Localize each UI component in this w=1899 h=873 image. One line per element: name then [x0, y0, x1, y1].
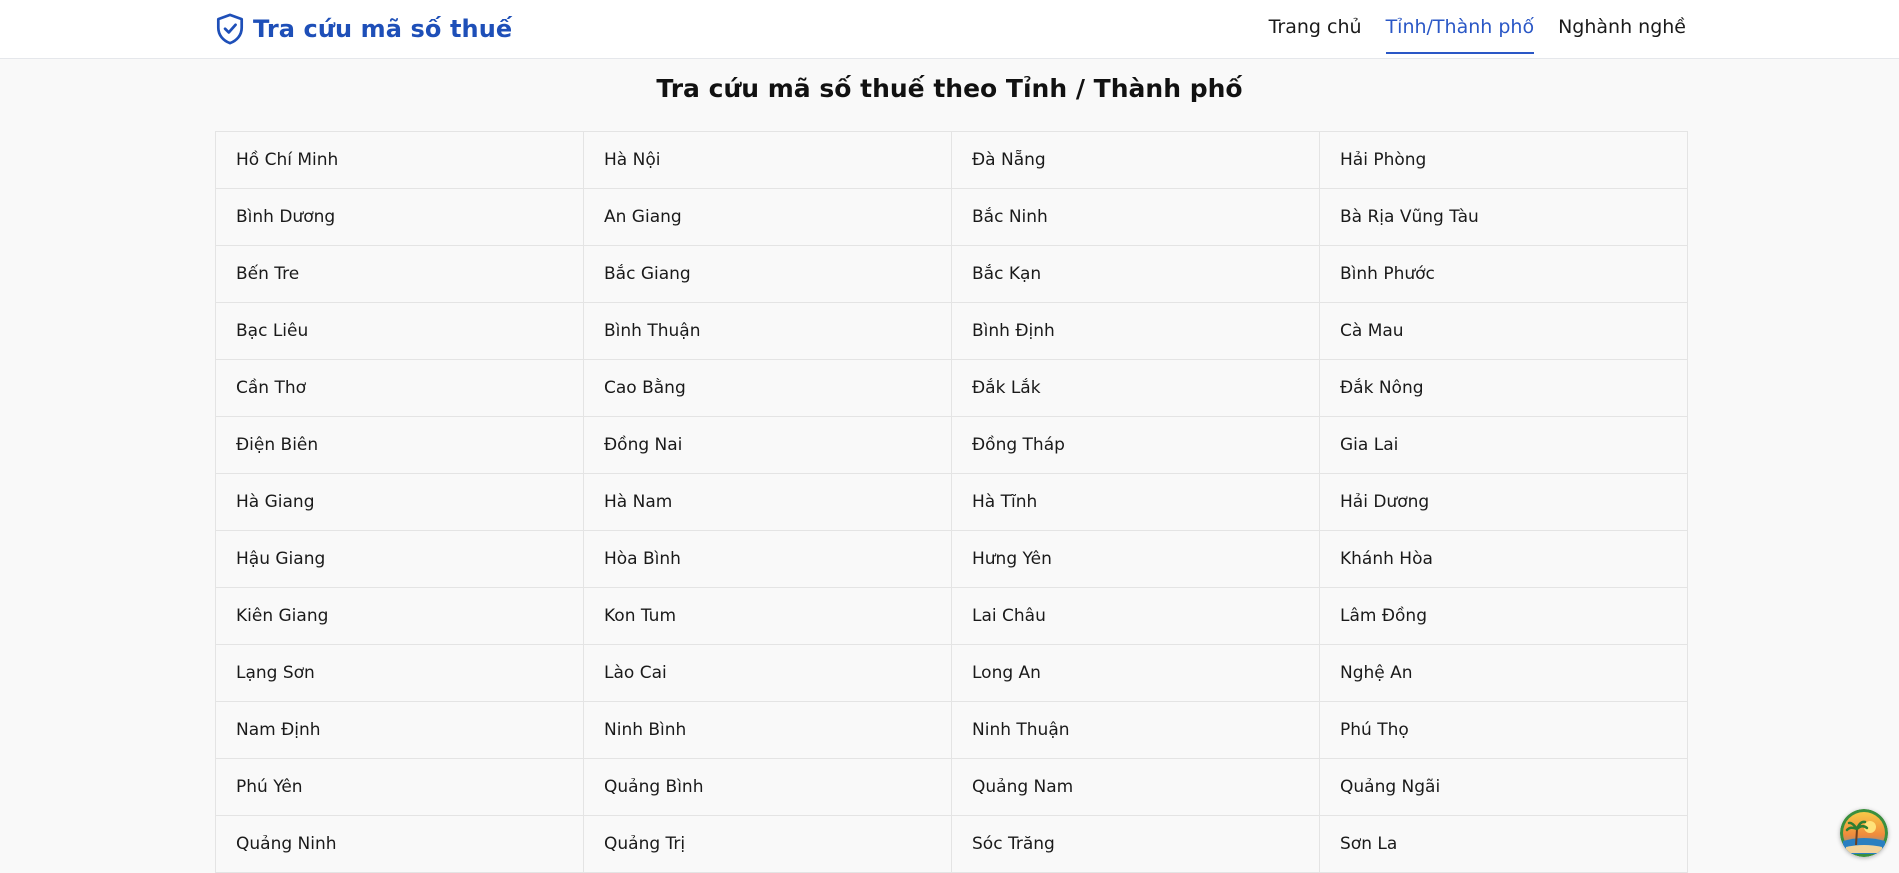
- province-link[interactable]: Bắc Kạn: [952, 246, 1320, 303]
- province-link[interactable]: Bến Tre: [216, 246, 584, 303]
- main-nav: Trang chủ Tỉnh/Thành phố Nghành nghề: [1269, 0, 1686, 58]
- province-link[interactable]: Ninh Thuận: [952, 702, 1320, 759]
- province-link[interactable]: Hà Nội: [584, 132, 952, 189]
- province-link[interactable]: Nghệ An: [1320, 645, 1688, 702]
- province-link[interactable]: Bắc Ninh: [952, 189, 1320, 246]
- province-link[interactable]: Lâm Đồng: [1320, 588, 1688, 645]
- province-link[interactable]: Khánh Hòa: [1320, 531, 1688, 588]
- province-link[interactable]: Bình Dương: [216, 189, 584, 246]
- province-link[interactable]: Bạc Liêu: [216, 303, 584, 360]
- province-link[interactable]: Đồng Nai: [584, 417, 952, 474]
- province-grid: Hồ Chí Minh Hà Nội Đà Nẵng Hải Phòng Bình Dư…: [215, 131, 1688, 873]
- province-link[interactable]: Điện Biên: [216, 417, 584, 474]
- province-link[interactable]: Đắk Lắk: [952, 360, 1320, 417]
- province-link[interactable]: Bình Phước: [1320, 246, 1688, 303]
- brand-link[interactable]: Tra cứu mã số thuế: [215, 12, 512, 46]
- province-link[interactable]: Hà Tĩnh: [952, 474, 1320, 531]
- province-link[interactable]: Quảng Ngãi: [1320, 759, 1688, 816]
- province-link[interactable]: Hòa Bình: [584, 531, 952, 588]
- province-link[interactable]: Đà Nẵng: [952, 132, 1320, 189]
- province-link[interactable]: Long An: [952, 645, 1320, 702]
- province-link[interactable]: Bà Rịa Vũng Tàu: [1320, 189, 1688, 246]
- province-link[interactable]: Lào Cai: [584, 645, 952, 702]
- province-link[interactable]: Bắc Giang: [584, 246, 952, 303]
- province-link[interactable]: Quảng Bình: [584, 759, 952, 816]
- province-link[interactable]: Hưng Yên: [952, 531, 1320, 588]
- nav-item-home[interactable]: Trang chủ: [1269, 0, 1362, 54]
- province-link[interactable]: Quảng Nam: [952, 759, 1320, 816]
- province-link[interactable]: Sơn La: [1320, 816, 1688, 873]
- floating-avatar-button[interactable]: [1840, 809, 1888, 857]
- province-link[interactable]: An Giang: [584, 189, 952, 246]
- province-link[interactable]: Cần Thơ: [216, 360, 584, 417]
- province-link[interactable]: Hải Dương: [1320, 474, 1688, 531]
- province-link[interactable]: Kiên Giang: [216, 588, 584, 645]
- top-header: Tra cứu mã số thuế Trang chủ Tỉnh/Thành …: [0, 0, 1899, 59]
- province-link[interactable]: Hà Giang: [216, 474, 584, 531]
- province-link[interactable]: Phú Thọ: [1320, 702, 1688, 759]
- province-link[interactable]: Cà Mau: [1320, 303, 1688, 360]
- province-link[interactable]: Sóc Trăng: [952, 816, 1320, 873]
- province-link[interactable]: Quảng Trị: [584, 816, 952, 873]
- nav-item-industries[interactable]: Nghành nghề: [1558, 0, 1686, 54]
- province-link[interactable]: Hồ Chí Minh: [216, 132, 584, 189]
- province-link[interactable]: Đồng Tháp: [952, 417, 1320, 474]
- province-link[interactable]: Bình Định: [952, 303, 1320, 360]
- page-title: Tra cứu mã số thuế theo Tỉnh / Thành phố: [656, 74, 1243, 103]
- province-link[interactable]: Nam Định: [216, 702, 584, 759]
- shield-check-icon: [215, 13, 245, 45]
- province-link[interactable]: Kon Tum: [584, 588, 952, 645]
- province-link[interactable]: Gia Lai: [1320, 417, 1688, 474]
- province-link[interactable]: Phú Yên: [216, 759, 584, 816]
- province-link[interactable]: Lai Châu: [952, 588, 1320, 645]
- province-link[interactable]: Quảng Ninh: [216, 816, 584, 873]
- province-link[interactable]: Hà Nam: [584, 474, 952, 531]
- brand-title: Tra cứu mã số thuế: [253, 15, 513, 43]
- province-link[interactable]: Hậu Giang: [216, 531, 584, 588]
- beach-avatar-icon: [1840, 809, 1888, 857]
- province-link[interactable]: Cao Bằng: [584, 360, 952, 417]
- province-link[interactable]: Bình Thuận: [584, 303, 952, 360]
- province-link[interactable]: Hải Phòng: [1320, 132, 1688, 189]
- province-link[interactable]: Đắk Nông: [1320, 360, 1688, 417]
- province-link[interactable]: Lạng Sơn: [216, 645, 584, 702]
- nav-item-provinces[interactable]: Tỉnh/Thành phố: [1385, 0, 1535, 54]
- province-link[interactable]: Ninh Bình: [584, 702, 952, 759]
